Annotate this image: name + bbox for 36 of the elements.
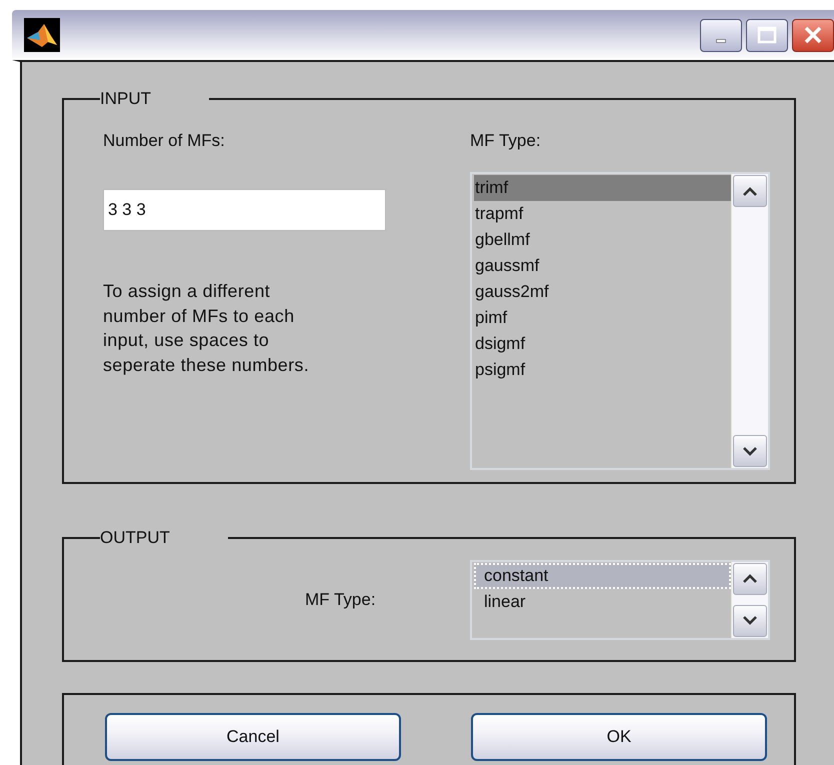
list-item[interactable]: constant xyxy=(474,562,731,588)
list-box[interactable]: constant linear xyxy=(470,560,770,640)
caret-down-icon xyxy=(743,616,757,625)
list-item[interactable]: gaussmf xyxy=(474,253,731,279)
list-label: MF Type: xyxy=(304,588,377,610)
caret-up-icon xyxy=(743,574,757,583)
caret-down-icon xyxy=(743,446,757,456)
minimize-button[interactable] xyxy=(700,18,742,52)
scrollbar[interactable] xyxy=(731,562,768,638)
list-label: MF Type: xyxy=(470,130,542,152)
close-icon xyxy=(803,25,823,45)
list-item[interactable]: pimf xyxy=(474,305,731,331)
scroll-up-button[interactable] xyxy=(733,562,767,594)
dialog-button[interactable]: OK xyxy=(471,713,767,761)
field-label: Number of MFs: xyxy=(103,130,226,152)
list-item[interactable]: linear xyxy=(474,588,731,614)
maximize-icon xyxy=(757,26,777,44)
close-button[interactable] xyxy=(792,18,834,52)
list-box[interactable]: trimf trapmf gbellmf gaussmf gauss2mf pimf dsigmf psigmf xyxy=(470,172,770,470)
dialog-button[interactable]: Cancel xyxy=(105,713,401,761)
list-item[interactable]: gbellmf xyxy=(474,227,731,253)
input-field[interactable]: 3 3 3 xyxy=(103,189,386,231)
caret-up-icon xyxy=(743,186,757,196)
scroll-down-button[interactable] xyxy=(733,435,767,467)
list-item[interactable]: trimf xyxy=(474,175,731,201)
minimize-icon xyxy=(716,39,726,43)
list-item[interactable]: psigmf xyxy=(474,357,731,383)
app-logo-icon xyxy=(24,18,60,52)
list-item[interactable]: gauss2mf xyxy=(474,279,731,305)
list-item[interactable]: dsigmf xyxy=(474,331,731,357)
scroll-up-button[interactable] xyxy=(733,175,767,207)
help-text: To assign a different number of MFs to each input, use spaces to seperate these numbers. xyxy=(103,280,310,377)
list-item[interactable]: trapmf xyxy=(474,201,731,227)
scroll-down-button[interactable] xyxy=(733,604,767,636)
maximize-button[interactable] xyxy=(746,18,788,52)
scrollbar[interactable] xyxy=(731,174,768,468)
